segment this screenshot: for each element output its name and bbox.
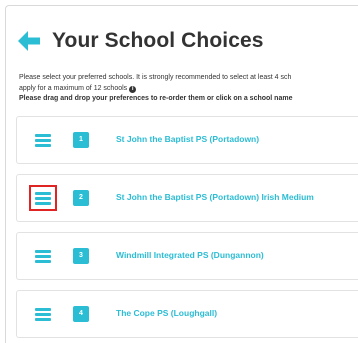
instructions-line-3: Please drag and drop your preferences to… xyxy=(19,95,293,102)
page-header: Your School Choices xyxy=(16,24,264,58)
school-choices-panel: Your School Choices Please select your p… xyxy=(5,5,358,343)
school-name-link[interactable]: Windmill Integrated PS (Dungannon) xyxy=(116,250,264,260)
rank-badge: 1 xyxy=(73,132,89,148)
school-name-link[interactable]: St John the Baptist PS (Portadown) xyxy=(116,134,259,144)
school-choice-item[interactable]: 1 St John the Baptist PS (Portadown) xyxy=(16,116,358,164)
rank-badge: 2 xyxy=(73,190,89,206)
school-choice-item[interactable]: 4 The Cope PS (Loughgall) xyxy=(16,290,358,338)
rank-badge: 4 xyxy=(73,306,89,322)
instructions-line-1: Please select your preferred schools. It… xyxy=(19,74,292,81)
drag-handle-icon[interactable] xyxy=(34,248,52,264)
school-name-link[interactable]: The Cope PS (Loughgall) xyxy=(116,308,217,318)
arrow-left-icon[interactable] xyxy=(16,29,42,53)
info-icon[interactable]: i xyxy=(129,86,137,93)
instructions-line-2: apply for a maximum of 12 schools i xyxy=(19,84,358,95)
school-choice-item[interactable]: 3 Windmill Integrated PS (Dungannon) xyxy=(16,232,358,280)
school-name-link[interactable]: St John the Baptist PS (Portadown) Irish… xyxy=(116,192,314,202)
page-title: Your School Choices xyxy=(52,29,264,52)
school-choice-item[interactable]: 2 St John the Baptist PS (Portadown) Iri… xyxy=(16,174,358,222)
school-choices-list: 1 St John the Baptist PS (Portadown) 2 S… xyxy=(16,116,358,343)
instructions-line-2-text: apply for a maximum of 12 schools xyxy=(19,84,128,92)
instructions: Please select your preferred schools. It… xyxy=(19,73,358,105)
drag-handle-icon[interactable] xyxy=(29,185,57,211)
rank-badge: 3 xyxy=(73,248,89,264)
drag-handle-icon[interactable] xyxy=(34,132,52,148)
drag-handle-icon[interactable] xyxy=(34,306,52,322)
